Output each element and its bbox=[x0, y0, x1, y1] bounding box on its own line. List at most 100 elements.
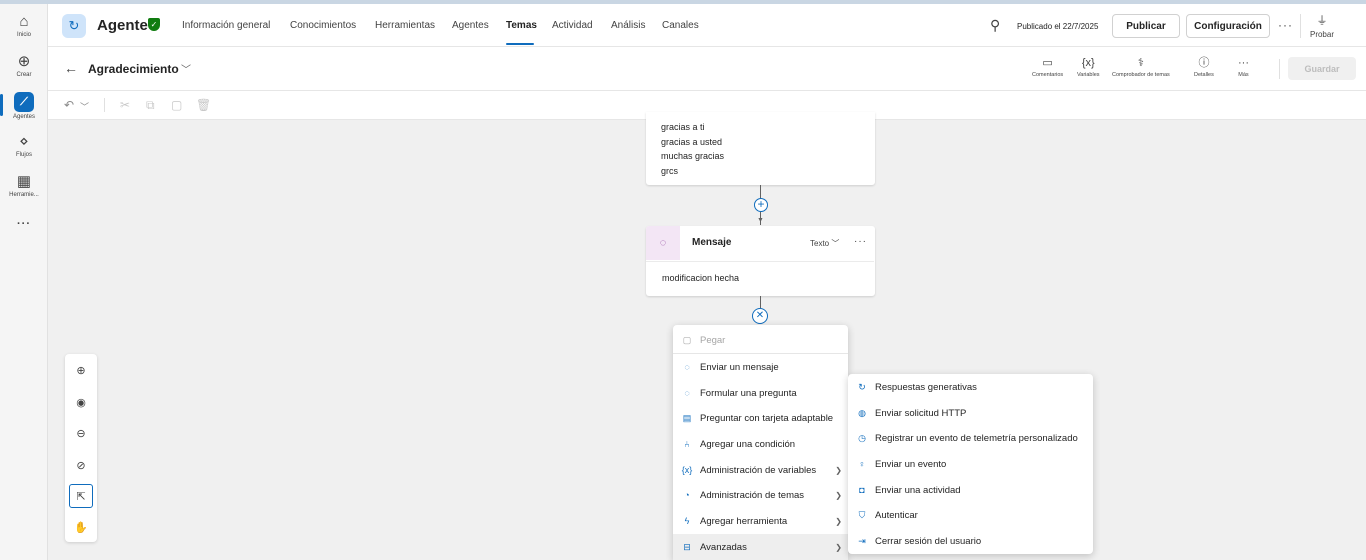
minimap-toggle-icon[interactable]: ⊘ bbox=[69, 453, 93, 477]
tab-agentes[interactable]: Agentes bbox=[452, 20, 489, 31]
topic-title[interactable]: Agradecimiento bbox=[88, 62, 179, 76]
close-menu-icon[interactable]: ✕ bbox=[752, 308, 768, 324]
zoom-out-icon[interactable]: ⊖ bbox=[69, 421, 93, 445]
more-icon: ··· bbox=[1238, 57, 1249, 69]
rail-item-agentes[interactable]: ⟋ Agentes bbox=[0, 88, 48, 124]
menu-item-label: Cerrar sesión del usuario bbox=[875, 535, 982, 547]
menu-item-avanzadas[interactable]: ⊟ Avanzadas ❯ bbox=[673, 534, 848, 560]
tab-conocimientos[interactable]: Conocimientos bbox=[290, 20, 356, 31]
telemetry-icon: ◷ bbox=[858, 432, 866, 443]
submenu-item-telemetria[interactable]: ◷ Registrar un evento de telemetría pers… bbox=[848, 425, 1093, 451]
tab-canales[interactable]: Canales bbox=[662, 20, 699, 31]
more-options-icon[interactable]: ··· bbox=[1278, 18, 1293, 32]
chevron-right-icon: ❯ bbox=[835, 490, 842, 500]
menu-item-tarjeta-adaptable[interactable]: ▤ Preguntar con tarjeta adaptable bbox=[673, 405, 848, 431]
menu-item-pegar[interactable]: ▢ Pegar bbox=[673, 327, 848, 353]
submenu-item-respuestas-generativas[interactable]: ↻ Respuestas generativas bbox=[848, 374, 1093, 400]
menu-item-label: Enviar un mensaje bbox=[700, 361, 779, 373]
advanced-submenu: ↻ Respuestas generativas ◍ Enviar solici… bbox=[848, 374, 1093, 554]
divider bbox=[1300, 14, 1301, 38]
tool-label: Más bbox=[1238, 72, 1249, 78]
chevron-right-icon: ❯ bbox=[835, 465, 842, 475]
trigger-node[interactable]: gracias a ti gracias a usted muchas grac… bbox=[646, 112, 875, 185]
rail-item-crear[interactable]: ⊕ Crear bbox=[0, 48, 48, 84]
menu-item-enviar-mensaje[interactable]: ◌ Enviar un mensaje bbox=[673, 354, 848, 380]
sign-out-icon: ⇥ bbox=[858, 535, 866, 546]
info-icon: ⓘ bbox=[1198, 57, 1210, 69]
message-text[interactable]: modificacion hecha bbox=[662, 273, 739, 283]
comment-icon: ▭ bbox=[1042, 57, 1053, 69]
menu-item-label: Autenticar bbox=[875, 509, 918, 521]
fit-view-icon[interactable]: ◉ bbox=[69, 390, 93, 414]
configuration-button[interactable]: Configuración bbox=[1186, 14, 1270, 38]
message-type-dropdown[interactable]: Texto ﹀ bbox=[810, 238, 839, 249]
search-icon[interactable]: ⚲ bbox=[990, 17, 1000, 34]
undo-icon[interactable]: ↶ bbox=[64, 98, 74, 112]
menu-item-agregar-condicion[interactable]: ⑃ Agregar una condición bbox=[673, 431, 848, 457]
trigger-phrase: gracias a ti bbox=[661, 122, 705, 132]
pan-hand-icon[interactable]: ✋ bbox=[69, 515, 93, 539]
plus-icon: ⊕ bbox=[17, 53, 31, 70]
tab-actividad[interactable]: Actividad bbox=[552, 20, 593, 31]
delete-icon[interactable]: 🗑 bbox=[196, 98, 211, 112]
menu-item-agregar-herramienta[interactable]: ϟ Agregar herramienta ❯ bbox=[673, 508, 848, 534]
menu-item-label: Preguntar con tarjeta adaptable bbox=[700, 412, 834, 424]
add-node-menu: ▢ Pegar ◌ Enviar un mensaje ◌ Formular u… bbox=[673, 325, 848, 560]
variables-button[interactable]: {x} Variables bbox=[1077, 57, 1100, 78]
topic-management-icon: ◔ bbox=[684, 490, 690, 500]
paste-icon[interactable]: ▢ bbox=[171, 98, 182, 112]
submenu-item-solicitud-http[interactable]: ◍ Enviar solicitud HTTP bbox=[848, 400, 1093, 426]
flask-icon: ⏚ bbox=[1316, 15, 1328, 27]
divider bbox=[1279, 59, 1280, 79]
select-mode-icon[interactable]: ⇱ bbox=[69, 484, 93, 508]
chevron-right-icon: ❯ bbox=[835, 516, 842, 526]
chevron-down-icon[interactable]: ﹀ bbox=[80, 100, 89, 113]
back-arrow-icon[interactable]: ← bbox=[64, 60, 78, 76]
advanced-icon: ⊟ bbox=[683, 541, 691, 552]
save-button[interactable]: Guardar bbox=[1288, 57, 1356, 80]
topic-checker-button[interactable]: ⚕ Comprobador de temas bbox=[1112, 57, 1170, 78]
rail-item-flujos[interactable]: ⋄ Flujos bbox=[0, 128, 48, 164]
message-icon: ◌ bbox=[684, 362, 690, 372]
test-button[interactable]: ⏚ Probar bbox=[1304, 12, 1340, 42]
rail-item-herramientas[interactable]: ▦ Herramie... bbox=[0, 168, 48, 204]
tab-herramientas[interactable]: Herramientas bbox=[375, 20, 435, 31]
node-more-icon[interactable]: ··· bbox=[854, 236, 867, 247]
stethoscope-icon: ⚕ bbox=[1137, 57, 1144, 69]
comments-button[interactable]: ▭ Comentarios bbox=[1032, 57, 1063, 78]
copy-icon[interactable]: ⧉ bbox=[146, 98, 155, 113]
tool-icon: ϟ bbox=[684, 516, 690, 526]
tab-informacion-general[interactable]: Información general bbox=[182, 20, 270, 31]
submenu-item-cerrar-sesion[interactable]: ⇥ Cerrar sesión del usuario bbox=[848, 528, 1093, 554]
rail-item-more[interactable]: ··· bbox=[0, 206, 48, 242]
home-icon: ⌂ bbox=[19, 13, 29, 30]
publish-button[interactable]: Publicar bbox=[1112, 14, 1180, 38]
rail-item-inicio[interactable]: ⌂ Inicio bbox=[0, 8, 48, 44]
question-icon: ◌ bbox=[684, 388, 690, 398]
add-node-icon[interactable]: + bbox=[754, 198, 768, 212]
activity-icon: ◘ bbox=[859, 485, 865, 495]
chevron-down-icon[interactable]: ﹀ bbox=[181, 61, 191, 76]
rail-item-label: Herramie... bbox=[9, 192, 39, 198]
trigger-phrase: muchas gracias bbox=[661, 151, 725, 161]
rail-item-label: Agentes bbox=[12, 114, 36, 120]
submenu-item-enviar-actividad[interactable]: ◘ Enviar una actividad bbox=[848, 477, 1093, 503]
tab-analisis[interactable]: Análisis bbox=[611, 20, 645, 31]
menu-item-formular-pregunta[interactable]: ◌ Formular una pregunta bbox=[673, 380, 848, 406]
submenu-item-autenticar[interactable]: ⛉ Autenticar bbox=[848, 502, 1093, 528]
zoom-in-icon[interactable]: ⊕ bbox=[69, 358, 93, 382]
details-button[interactable]: ⓘ Detalles bbox=[1194, 57, 1214, 78]
rail-item-label: Flujos bbox=[15, 152, 32, 158]
message-node[interactable]: ◌ Mensaje Texto ﹀ ··· modificacion hecha bbox=[646, 226, 875, 296]
tab-temas[interactable]: Temas bbox=[506, 20, 537, 31]
agent-name: Agente bbox=[97, 17, 148, 34]
published-status: Publicado el 22/7/2025 bbox=[1017, 22, 1099, 31]
menu-item-label: Enviar una actividad bbox=[875, 484, 961, 496]
menu-item-administracion-temas[interactable]: ◔ Administración de temas ❯ bbox=[673, 482, 848, 508]
submenu-item-enviar-evento[interactable]: ♀ Enviar un evento bbox=[848, 451, 1093, 477]
more-button[interactable]: ··· Más bbox=[1238, 57, 1249, 78]
message-type-label: Texto bbox=[810, 239, 830, 248]
cut-icon[interactable]: ✂ bbox=[120, 98, 130, 112]
shield-icon: ✓ bbox=[148, 18, 160, 31]
menu-item-administracion-variables[interactable]: {x} Administración de variables ❯ bbox=[673, 457, 848, 483]
